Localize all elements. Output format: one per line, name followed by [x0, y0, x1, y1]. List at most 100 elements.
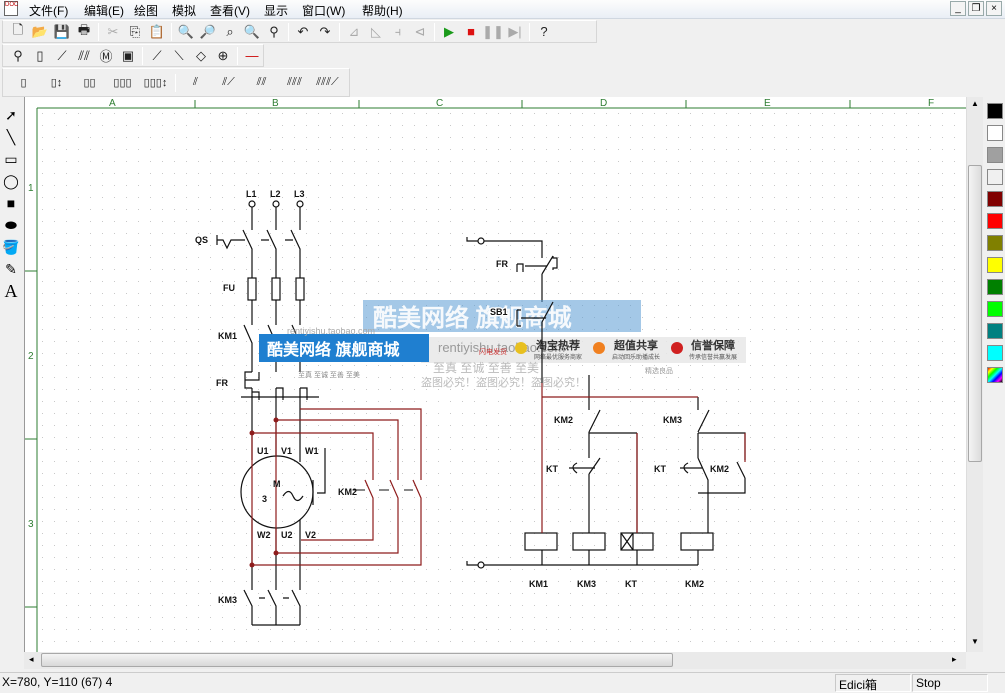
- color-swatch[interactable]: [987, 103, 1003, 119]
- watermark-sub-3: 传承信誉共赢发展: [689, 353, 737, 361]
- filled-rectangle-tool[interactable]: ■: [1, 192, 21, 214]
- horizontal-scrollbar[interactable]: ◂ ▸: [24, 652, 966, 669]
- ellipse-tool[interactable]: ◯: [1, 170, 21, 192]
- rectangle-tool[interactable]: ▭: [1, 148, 21, 170]
- contact-symbol-icon: ⫽⟋: [222, 76, 235, 88]
- menu-file[interactable]: 文件(F): [29, 2, 68, 19]
- undo-button[interactable]: ↶: [292, 22, 314, 42]
- component-tool-button[interactable]: ▣: [117, 46, 139, 66]
- pause-button[interactable]: ❚❚: [482, 22, 504, 42]
- contact-tool-button[interactable]: ⫽⫽⫽⟋: [311, 73, 344, 93]
- menu-view[interactable]: 查看(V): [210, 2, 250, 19]
- component-tool-button[interactable]: ▯: [29, 46, 51, 66]
- menu-window[interactable]: 窗口(W): [302, 2, 345, 19]
- scroll-left-icon[interactable]: ◂: [29, 654, 34, 665]
- component-tool-button[interactable]: ◇: [190, 46, 212, 66]
- zoom-in-button[interactable]: 🔍: [175, 22, 197, 42]
- color-swatch[interactable]: [987, 169, 1003, 185]
- contact-tool-button[interactable]: ▯▯▯↕: [139, 73, 172, 93]
- contact-tool-button[interactable]: ⫽⫽⫽: [278, 73, 311, 93]
- color-swatch[interactable]: [987, 235, 1003, 251]
- color-swatch[interactable]: [987, 323, 1003, 339]
- menu-display[interactable]: 显示: [264, 2, 288, 19]
- drawing-canvas[interactable]: A B C D E F 1 2 3 L1 L2 L3 QS FU KM1 FR …: [24, 97, 966, 652]
- zoom-fit-button[interactable]: 🔍: [241, 22, 263, 42]
- ruler-col-e: E: [764, 98, 771, 109]
- contact-tool-button[interactable]: ▯: [7, 73, 40, 93]
- new-button[interactable]: 🗋: [7, 22, 29, 42]
- paste-button[interactable]: 📋: [146, 22, 168, 42]
- label-l2: L2: [270, 189, 281, 199]
- flip-h-button[interactable]: ⫞: [387, 22, 409, 42]
- color-swatch[interactable]: [987, 279, 1003, 295]
- menu-help[interactable]: 帮助(H): [362, 2, 403, 19]
- flip-v-button[interactable]: ⊲: [409, 22, 431, 42]
- label-kt-no: KT: [654, 464, 666, 474]
- save-button[interactable]: 💾: [51, 22, 73, 42]
- fill-tool[interactable]: 🪣: [1, 236, 21, 258]
- rotate-right-button[interactable]: ◺: [365, 22, 387, 42]
- color-swatch[interactable]: [987, 125, 1003, 141]
- find-button[interactable]: ⚲: [263, 22, 285, 42]
- contact-tool-button[interactable]: ▯↕: [40, 73, 73, 93]
- component-tool-button[interactable]: ⚲: [7, 46, 29, 66]
- component-tool-button[interactable]: ⟋: [51, 46, 73, 66]
- contact-tool-button[interactable]: ⫽⟋: [212, 73, 245, 93]
- select-tool[interactable]: ➚: [1, 104, 21, 126]
- filled-ellipse-tool[interactable]: ⬬: [1, 214, 21, 236]
- find-icon: ⚲: [269, 23, 279, 39]
- print-button[interactable]: 🖶: [73, 22, 95, 42]
- zoom-area-button[interactable]: ⌕: [219, 22, 241, 42]
- restore-button[interactable]: ❐: [968, 1, 984, 16]
- label-v1: V1: [281, 446, 292, 456]
- component-tool-button[interactable]: ⟋: [146, 46, 168, 66]
- component-symbol-icon: ◇: [196, 47, 206, 63]
- minimize-button[interactable]: _: [950, 1, 966, 16]
- horizontal-scroll-thumb[interactable]: [41, 653, 673, 667]
- vertical-scrollbar[interactable]: ▲ ▼: [966, 97, 983, 652]
- drawing-toolbox: ➚ ╲ ▭ ◯ ■ ⬬ 🪣 ✎ A: [0, 104, 22, 308]
- component-tool-button[interactable]: Ⓜ: [95, 46, 117, 66]
- status-bar: X=780, Y=110 (67) 4 Edici箱 Stop: [0, 672, 1005, 692]
- vertical-scroll-thumb[interactable]: [968, 165, 982, 462]
- color-swatch[interactable]: [987, 345, 1003, 361]
- scroll-down-icon[interactable]: ▼: [971, 637, 979, 646]
- component-tool-button[interactable]: ⟍: [168, 46, 190, 66]
- copy-button[interactable]: ⎘: [124, 22, 146, 42]
- component-tool-button[interactable]: —: [241, 46, 263, 66]
- contact-tool-button[interactable]: ⫽⫽: [245, 73, 278, 93]
- color-swatch[interactable]: [987, 147, 1003, 163]
- step-button[interactable]: ▶|: [504, 22, 526, 42]
- contact-tool-button[interactable]: ▯▯: [73, 73, 106, 93]
- component-tool-button[interactable]: ⊕: [212, 46, 234, 66]
- color-picker-tool[interactable]: ✎: [1, 258, 21, 280]
- text-tool[interactable]: A: [1, 280, 21, 302]
- contact-tool-button[interactable]: ⫽: [179, 73, 212, 93]
- toolbar-separator: [434, 22, 435, 41]
- color-swatch[interactable]: [987, 213, 1003, 229]
- color-swatch[interactable]: [987, 191, 1003, 207]
- rotate-left-button[interactable]: ⊿: [343, 22, 365, 42]
- stop-button[interactable]: ■: [460, 22, 482, 42]
- color-swatch[interactable]: [987, 301, 1003, 317]
- menu-edit[interactable]: 编辑(E): [84, 2, 124, 19]
- menu-draw[interactable]: 绘图: [134, 2, 158, 19]
- close-button[interactable]: ×: [986, 1, 1002, 16]
- custom-color-swatch[interactable]: [987, 367, 1003, 383]
- zoom-out-button[interactable]: 🔎: [197, 22, 219, 42]
- cut-button[interactable]: ✂: [102, 22, 124, 42]
- menu-simulate[interactable]: 模拟: [172, 2, 196, 19]
- color-picker-icon: ✎: [5, 260, 17, 277]
- color-swatch[interactable]: [987, 257, 1003, 273]
- redo-button[interactable]: ↷: [314, 22, 336, 42]
- scroll-right-icon[interactable]: ▸: [952, 654, 957, 665]
- ruler-row-2: 2: [28, 351, 34, 362]
- help-button[interactable]: ?: [533, 22, 555, 42]
- component-tool-button[interactable]: ⫽⫽: [73, 46, 95, 66]
- app-icon[interactable]: DOC: [4, 1, 18, 16]
- scroll-up-icon[interactable]: ▲: [971, 99, 979, 108]
- run-button[interactable]: ▶: [438, 22, 460, 42]
- open-button[interactable]: 📂: [29, 22, 51, 42]
- contact-tool-button[interactable]: ▯▯▯: [106, 73, 139, 93]
- line-tool[interactable]: ╲: [1, 126, 21, 148]
